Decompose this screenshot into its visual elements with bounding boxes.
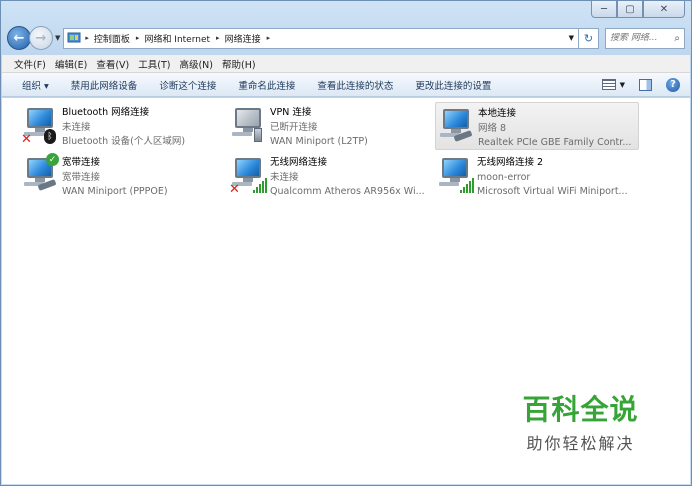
menu-bar: 文件(F) 编辑(E) 查看(V) 工具(T) 高级(N) 帮助(H) — [2, 55, 690, 73]
address-dropdown-icon[interactable]: ▼ — [569, 34, 574, 42]
disconnected-icon: ✕ — [21, 132, 32, 147]
connection-name: 无线网络连接 — [270, 157, 328, 168]
connection-device: Qualcomm Atheros AR956x Wi... — [270, 186, 425, 197]
address-bar[interactable]: ▸ 控制面板 ▸ 网络和 Internet ▸ 网络连接 ▸ ▼ — [63, 27, 579, 49]
breadcrumb-control-panel[interactable]: 控制面板 — [94, 32, 130, 45]
window-controls: ─ ▢ ✕ — [591, 1, 685, 18]
close-button[interactable]: ✕ — [643, 1, 685, 18]
views-dropdown-icon[interactable]: ▼ — [620, 81, 625, 89]
breadcrumb-network-connections[interactable]: 网络连接 — [225, 32, 261, 45]
diagnose-connection-button[interactable]: 诊断这个连接 — [159, 78, 216, 92]
connection-status: 已断开连接 — [270, 121, 318, 133]
organize-button[interactable]: 组织 ▾ — [22, 78, 49, 92]
wireless-network-icon: ✕ — [228, 152, 270, 197]
search-box[interactable]: ⌕ — [605, 27, 685, 49]
lan-network-icon — [436, 103, 478, 147]
navigation-row: ← → ▼ ▸ 控制面板 ▸ 网络和 Internet ▸ 网络连接 ▸ ▼ ↻… — [7, 25, 685, 51]
connection-status: 未连接 — [270, 171, 299, 183]
bluetooth-network-icon: ✕ ᛒ — [20, 102, 62, 147]
change-view-button[interactable]: ▼ — [601, 79, 625, 90]
breadcrumb-separator[interactable]: ▸ — [216, 34, 220, 42]
disconnected-icon: ✕ — [229, 182, 240, 197]
minimize-button[interactable]: ─ — [591, 1, 617, 18]
menu-help[interactable]: 帮助(H) — [222, 57, 256, 71]
signal-bars-icon — [460, 178, 474, 193]
connection-item-wireless[interactable]: ✕ 无线网络连接 未连接 Qualcomm Atheros AR956x Wi.… — [228, 152, 436, 200]
connection-device: WAN Miniport (PPPOE) — [62, 186, 168, 197]
menu-advanced[interactable]: 高级(N) — [179, 57, 213, 71]
breadcrumb-separator[interactable]: ▸ — [85, 34, 89, 42]
control-panel-icon — [67, 31, 81, 45]
history-dropdown-icon[interactable]: ▼ — [55, 34, 60, 42]
bluetooth-icon: ᛒ — [44, 129, 56, 144]
view-tools: ▼ ? — [601, 77, 680, 92]
connection-item-vpn[interactable]: VPN 连接 已断开连接 WAN Miniport (L2TP) — [228, 102, 436, 150]
connection-device: WAN Miniport (L2TP) — [270, 136, 368, 147]
breadcrumb-separator[interactable]: ▸ — [136, 34, 140, 42]
connection-name: VPN 连接 — [270, 107, 312, 118]
connection-name: 无线网络连接 2 — [477, 157, 544, 168]
connection-item-bluetooth[interactable]: ✕ ᛒ Bluetooth 网络连接 未连接 Bluetooth 设备(个人区域… — [20, 102, 228, 150]
connection-device: Realtek PCIe GBE Family Contr... — [478, 137, 632, 148]
connection-device: Bluetooth 设备(个人区域网) — [62, 136, 186, 147]
preview-pane-icon[interactable] — [639, 78, 652, 91]
connection-status: 网络 8 — [478, 122, 507, 134]
watermark-title: 百科全说 — [522, 393, 639, 426]
connection-device: Microsoft Virtual WiFi Miniport... — [477, 186, 628, 197]
views-icon — [601, 79, 616, 90]
connection-status: 未连接 — [62, 121, 91, 133]
explorer-window: ─ ▢ ✕ ← → ▼ ▸ 控制面板 ▸ 网络和 Internet ▸ 网络连接… — [0, 0, 692, 486]
menu-file[interactable]: 文件(F) — [14, 57, 46, 71]
help-icon[interactable]: ? — [666, 77, 680, 92]
connection-item-wireless-2[interactable]: 无线网络连接 2 moon-error Microsoft Virtual Wi… — [435, 152, 643, 200]
broadband-network-icon: ✓ — [20, 152, 62, 196]
connected-check-icon: ✓ — [46, 153, 59, 166]
connection-status: moon-error — [477, 171, 531, 183]
search-input[interactable] — [610, 33, 668, 43]
refresh-button[interactable]: ↻ — [579, 27, 599, 49]
search-icon[interactable]: ⌕ — [674, 33, 680, 44]
connection-name: 本地连接 — [478, 108, 517, 119]
command-bar: 组织 ▾ 禁用此网络设备 诊断这个连接 重命名此连接 查看此连接的状态 更改此连… — [2, 73, 690, 97]
menu-edit[interactable]: 编辑(E) — [55, 57, 87, 71]
wireless-network-2-icon — [435, 152, 477, 196]
signal-bars-icon — [253, 178, 267, 193]
change-settings-button[interactable]: 更改此连接的设置 — [415, 78, 491, 92]
breadcrumb-network-internet[interactable]: 网络和 Internet — [144, 32, 210, 45]
view-status-button[interactable]: 查看此连接的状态 — [317, 78, 393, 92]
rename-connection-button[interactable]: 重命名此连接 — [238, 78, 295, 92]
forward-button[interactable]: → — [29, 26, 53, 50]
connection-item-broadband[interactable]: ✓ 宽带连接 宽带连接 WAN Miniport (PPPOE) — [20, 152, 228, 200]
vpn-network-icon — [228, 102, 270, 146]
connection-item-local[interactable]: 本地连接 网络 8 Realtek PCIe GBE Family Contr.… — [435, 102, 639, 150]
menu-tools[interactable]: 工具(T) — [138, 57, 170, 71]
back-button[interactable]: ← — [7, 26, 31, 50]
watermark-logo: 百科全说 助你轻松解决 — [494, 379, 667, 463]
connection-status: 宽带连接 — [62, 171, 101, 183]
connection-name: Bluetooth 网络连接 — [62, 107, 150, 118]
maximize-button[interactable]: ▢ — [617, 1, 643, 18]
vpn-server-icon — [254, 128, 262, 142]
watermark-subtitle: 助你轻松解决 — [526, 434, 635, 453]
disable-device-button[interactable]: 禁用此网络设备 — [71, 78, 138, 92]
breadcrumb-separator[interactable]: ▸ — [267, 34, 271, 42]
connection-name: 宽带连接 — [62, 157, 101, 168]
menu-view[interactable]: 查看(V) — [96, 57, 129, 71]
